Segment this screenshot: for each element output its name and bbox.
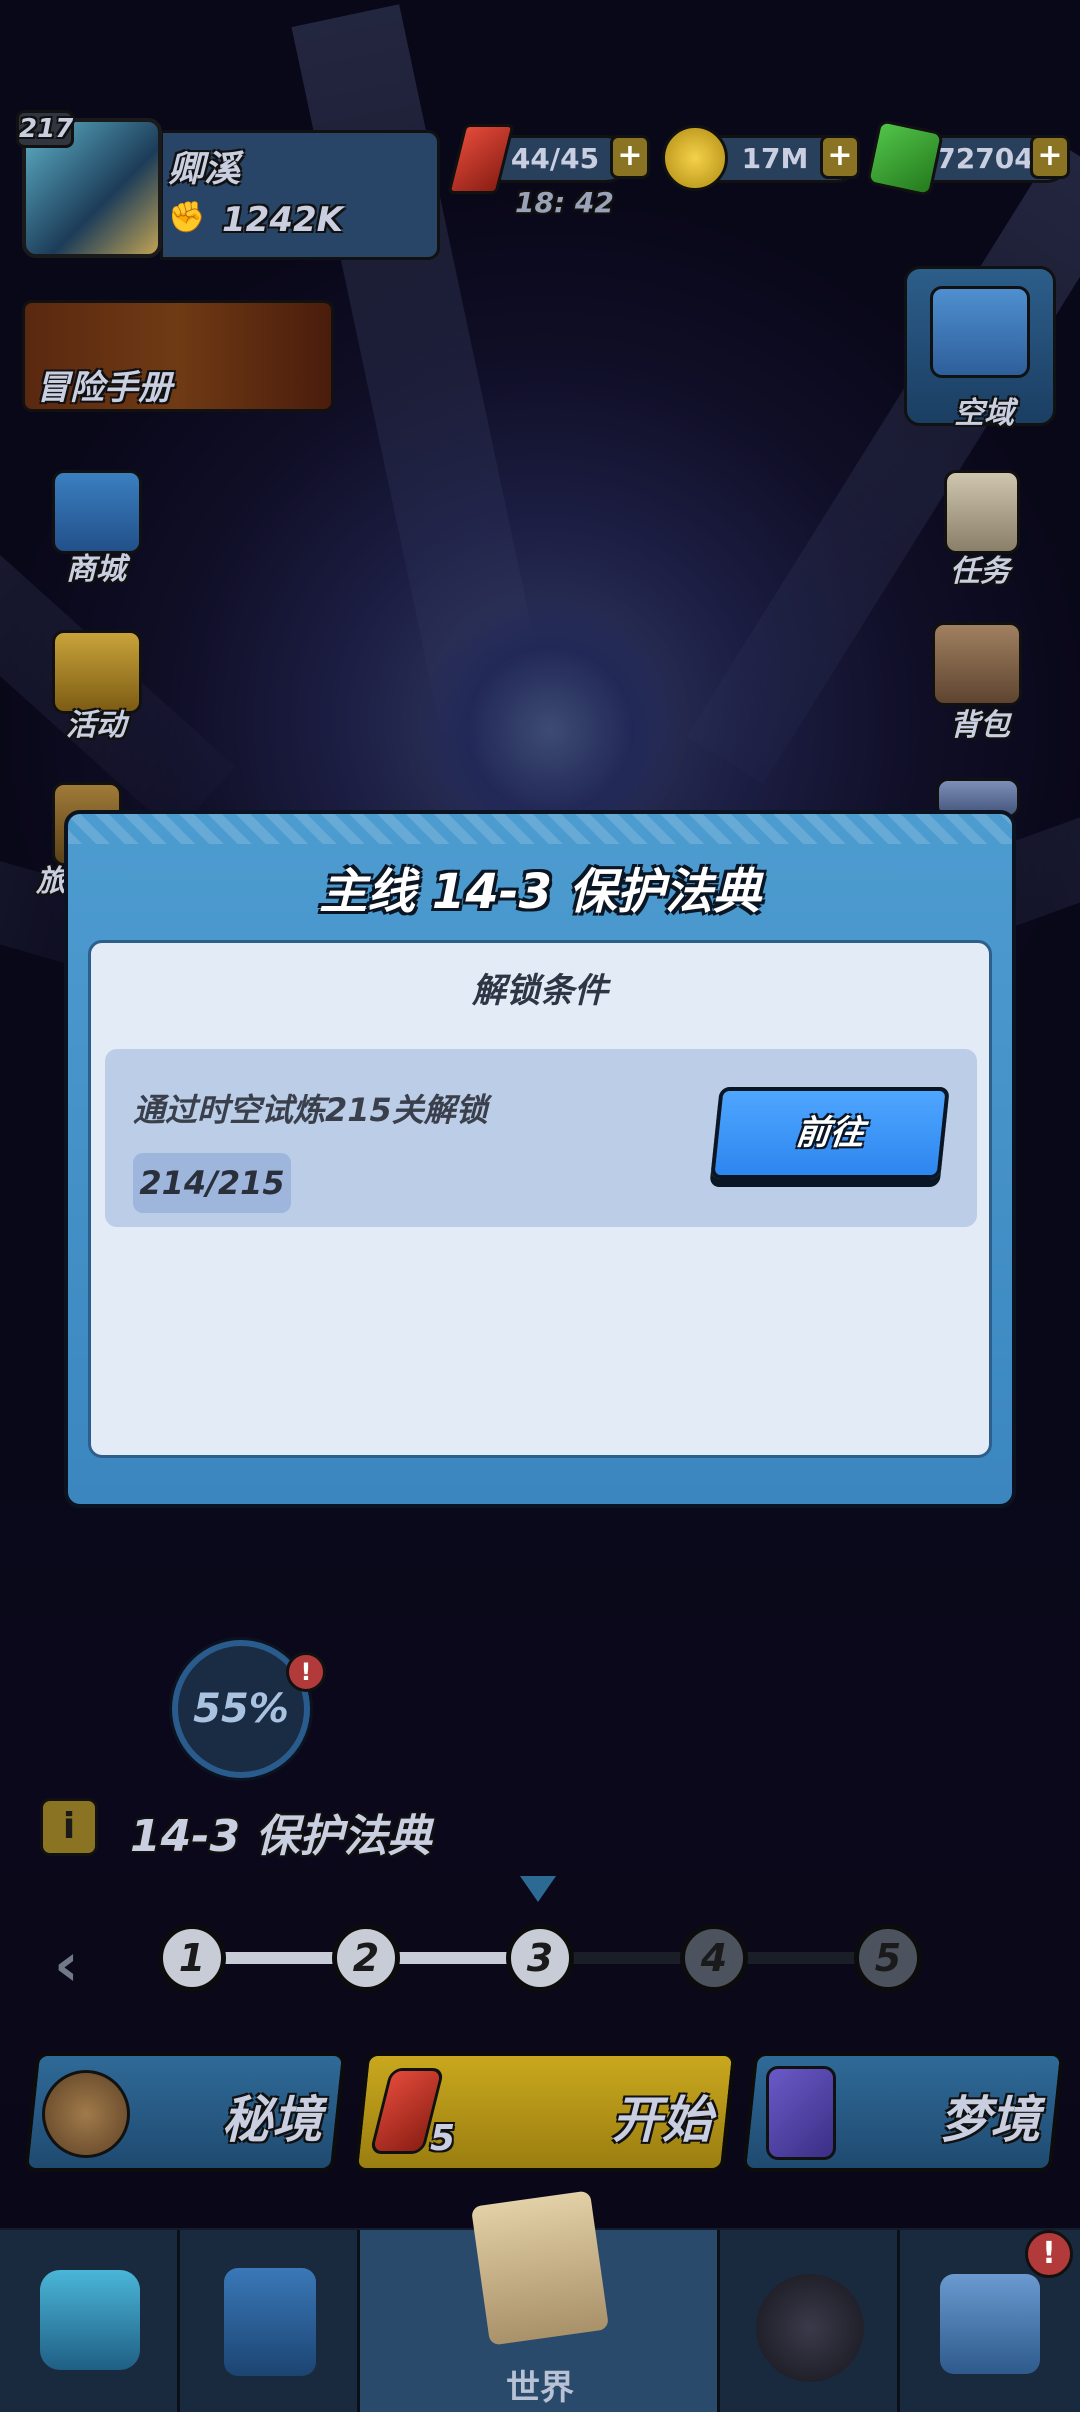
bag-label: 背包 <box>950 708 1010 743</box>
shop-label: 商城 <box>66 552 126 587</box>
start-label: 开始 <box>612 2091 712 2149</box>
crystal-icon <box>40 2270 140 2370</box>
dialog-title: 主线 14-3 保护法典 <box>319 864 761 920</box>
house-icon <box>940 2274 1040 2374</box>
world-map-icon <box>470 2190 610 2346</box>
energy-timer: 18: 42 <box>515 186 614 219</box>
treasure-chest-icon[interactable] <box>52 470 142 554</box>
quests-label: 任务 <box>950 554 1010 589</box>
gem-icon <box>865 118 945 198</box>
fist-icon: ✊ <box>168 200 206 235</box>
realm-shield-icon <box>930 286 1030 378</box>
realm-label: 空域 <box>954 396 1014 431</box>
stage-node-1[interactable]: 1 <box>158 1924 226 1992</box>
stage-node-5[interactable]: 5 <box>854 1924 922 1992</box>
start-cost: 5 <box>430 2118 456 2159</box>
tab-heroes[interactable] <box>0 2230 180 2412</box>
chevron-left-icon[interactable]: ‹ <box>54 1930 79 2000</box>
dialog-header-pattern <box>68 814 1012 844</box>
progress-alert-badge: ! <box>286 1652 326 1692</box>
unlock-conditions-heading: 解锁条件 <box>472 971 608 1011</box>
companion-icon <box>756 2274 864 2382</box>
gem-plus-button[interactable]: + <box>1030 135 1070 179</box>
backpack-icon[interactable] <box>932 622 1022 706</box>
adventure-handbook-label: 冒险手册 <box>36 368 172 408</box>
scroll-icon[interactable] <box>944 470 1020 554</box>
dreamland-label: 梦境 <box>940 2091 1040 2149</box>
tab-guild[interactable] <box>180 2230 360 2412</box>
gold-plus-button[interactable]: + <box>820 135 860 179</box>
secret-realm-label: 秘境 <box>222 2091 322 2149</box>
stage-node-3[interactable]: 3 <box>506 1924 574 1992</box>
coin-icon <box>662 125 728 191</box>
info-icon[interactable]: i <box>40 1798 98 1856</box>
travel-label-partial: 旅 <box>36 864 66 899</box>
goto-button[interactable]: 前往 <box>710 1087 950 1179</box>
tab-alert-badge: ! <box>1025 2230 1073 2278</box>
stage-name: 14-3 保护法典 <box>130 1811 432 1862</box>
target-icon <box>42 2070 130 2158</box>
player-name: 卿溪 <box>168 149 241 190</box>
current-stage-marker <box>520 1876 556 1902</box>
condition-description: 通过时空试炼215关解锁 <box>133 1091 488 1129</box>
unlock-condition-row: 通过时空试炼215关解锁 214/215 前往 <box>105 1049 977 1227</box>
events-label: 活动 <box>66 708 126 743</box>
player-level: 217 <box>16 110 74 148</box>
unlock-dialog: 主线 14-3 保护法典 解锁条件 通过时空试炼215关解锁 214/215 前… <box>64 810 1016 1508</box>
tab-world-label: 世界 <box>506 2368 574 2408</box>
stage-node-2[interactable]: 2 <box>332 1924 400 1992</box>
card-icon <box>766 2066 836 2160</box>
condition-progress: 214/215 <box>133 1153 291 1213</box>
player-power: 1242K <box>222 200 343 240</box>
hexagon-emblem-icon <box>224 2268 316 2376</box>
stage-node-4[interactable]: 4 <box>680 1924 748 1992</box>
energy-plus-button[interactable]: + <box>610 135 650 179</box>
tab-companions[interactable] <box>720 2230 900 2412</box>
dialog-content-panel: 解锁条件 通过时空试炼215关解锁 214/215 前往 <box>88 940 992 1458</box>
